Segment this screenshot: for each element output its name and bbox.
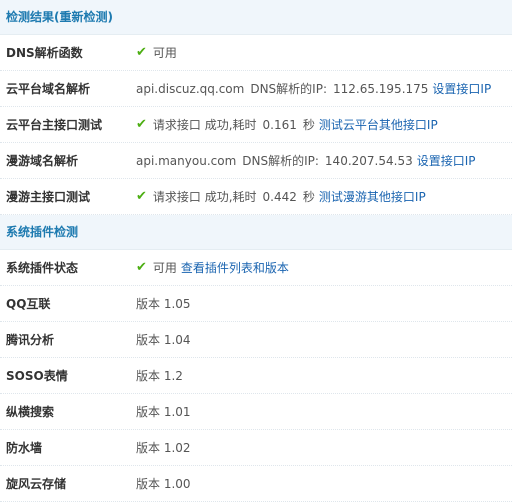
elapsed-time: 0.161 xyxy=(262,117,297,132)
row-label: 漫游主接口测试 xyxy=(6,190,91,204)
row-label: DNS解析函数 xyxy=(6,46,83,60)
plugin-name: 旋风云存储 xyxy=(6,477,67,491)
row-value: ✔ 请求接口 成功,耗时 0.442 秒 测试漫游其他接口IP xyxy=(136,188,512,205)
set-ip-link[interactable]: 设置接口IP xyxy=(432,80,491,97)
row-plugin: 防水墙 版本 1.02 xyxy=(0,430,512,466)
plugin-name: 纵横搜索 xyxy=(6,405,55,419)
plugin-name: 腾讯分析 xyxy=(6,333,55,347)
status-text: 请求接口 成功,耗时 xyxy=(152,118,257,132)
view-plugin-list-link[interactable]: 查看插件列表和版本 xyxy=(181,259,289,276)
row-value: ✔ 请求接口 成功,耗时 0.161 秒 测试云平台其他接口IP xyxy=(136,116,512,133)
row-value: api.discuz.qq.com DNS解析的IP: 112.65.195.1… xyxy=(136,80,512,97)
row-dns-function: DNS解析函数 ✔ 可用 xyxy=(0,35,512,71)
plugin-version: 版本 1.2 xyxy=(136,369,183,383)
status-text: 可用 xyxy=(152,261,177,275)
row-plugin: 纵横搜索 版本 1.01 xyxy=(0,394,512,430)
ip-value: 140.207.54.53 xyxy=(324,153,413,168)
plugin-name: SOSO表情 xyxy=(6,369,68,383)
row-cloud-api: 云平台主接口测试 ✔ 请求接口 成功,耗时 0.161 秒 测试云平台其他接口I… xyxy=(0,107,512,143)
row-plugin: 腾讯分析 版本 1.04 xyxy=(0,322,512,358)
plugin-version: 版本 1.05 xyxy=(136,297,191,311)
row-plugin: SOSO表情 版本 1.2 xyxy=(0,358,512,394)
row-value: ✔ 可用 xyxy=(136,44,512,61)
ip-label: DNS解析的IP: xyxy=(242,154,319,168)
row-plugin: 旋风云存储 版本 1.00 xyxy=(0,466,512,502)
row-label: 云平台域名解析 xyxy=(6,82,91,96)
row-cloud-domain: 云平台域名解析 api.discuz.qq.com DNS解析的IP: 112.… xyxy=(0,71,512,107)
check-icon: ✔ xyxy=(136,117,147,132)
set-ip-link[interactable]: 设置接口IP xyxy=(417,152,476,169)
row-plugin: QQ互联 版本 1.05 xyxy=(0,286,512,322)
status-text: 请求接口 成功,耗时 xyxy=(152,190,257,204)
plugin-version: 版本 1.01 xyxy=(136,405,191,419)
row-label: 系统插件状态 xyxy=(6,261,79,275)
check-icon: ✔ xyxy=(136,189,147,204)
ip-value: 112.65.195.175 xyxy=(332,81,429,96)
row-manyou-api: 漫游主接口测试 ✔ 请求接口 成功,耗时 0.442 秒 测试漫游其他接口IP xyxy=(0,179,512,215)
check-icon: ✔ xyxy=(136,260,147,275)
row-value: api.manyou.com DNS解析的IP: 140.207.54.53 设… xyxy=(136,152,512,169)
time-unit: 秒 xyxy=(302,190,315,204)
plugin-version: 版本 1.00 xyxy=(136,477,191,491)
row-label: 云平台主接口测试 xyxy=(6,118,103,132)
section-header-results: 检测结果(重新检测) xyxy=(0,0,512,35)
row-value: ✔ 可用 查看插件列表和版本 xyxy=(136,259,512,276)
row-manyou-domain: 漫游域名解析 api.manyou.com DNS解析的IP: 140.207.… xyxy=(0,143,512,179)
check-icon: ✔ xyxy=(136,45,147,60)
test-other-ip-link[interactable]: 测试漫游其他接口IP xyxy=(319,188,426,205)
status-text: 可用 xyxy=(152,46,177,60)
row-plugin-status: 系统插件状态 ✔ 可用 查看插件列表和版本 xyxy=(0,250,512,286)
section-header-plugins: 系统插件检测 xyxy=(0,215,512,250)
row-label: 漫游域名解析 xyxy=(6,154,79,168)
plugin-version: 版本 1.04 xyxy=(136,333,191,347)
plugin-name: QQ互联 xyxy=(6,297,51,311)
plugin-version: 版本 1.02 xyxy=(136,441,191,455)
ip-label: DNS解析的IP: xyxy=(250,82,327,96)
test-other-ip-link[interactable]: 测试云平台其他接口IP xyxy=(319,116,438,133)
elapsed-time: 0.442 xyxy=(262,189,297,204)
domain-text: api.discuz.qq.com xyxy=(136,81,245,96)
time-unit: 秒 xyxy=(302,118,315,132)
diagnostic-table: 检测结果(重新检测) DNS解析函数 ✔ 可用 云平台域名解析 api.disc… xyxy=(0,0,512,502)
plugin-name: 防水墙 xyxy=(6,441,43,455)
domain-text: api.manyou.com xyxy=(136,153,237,168)
